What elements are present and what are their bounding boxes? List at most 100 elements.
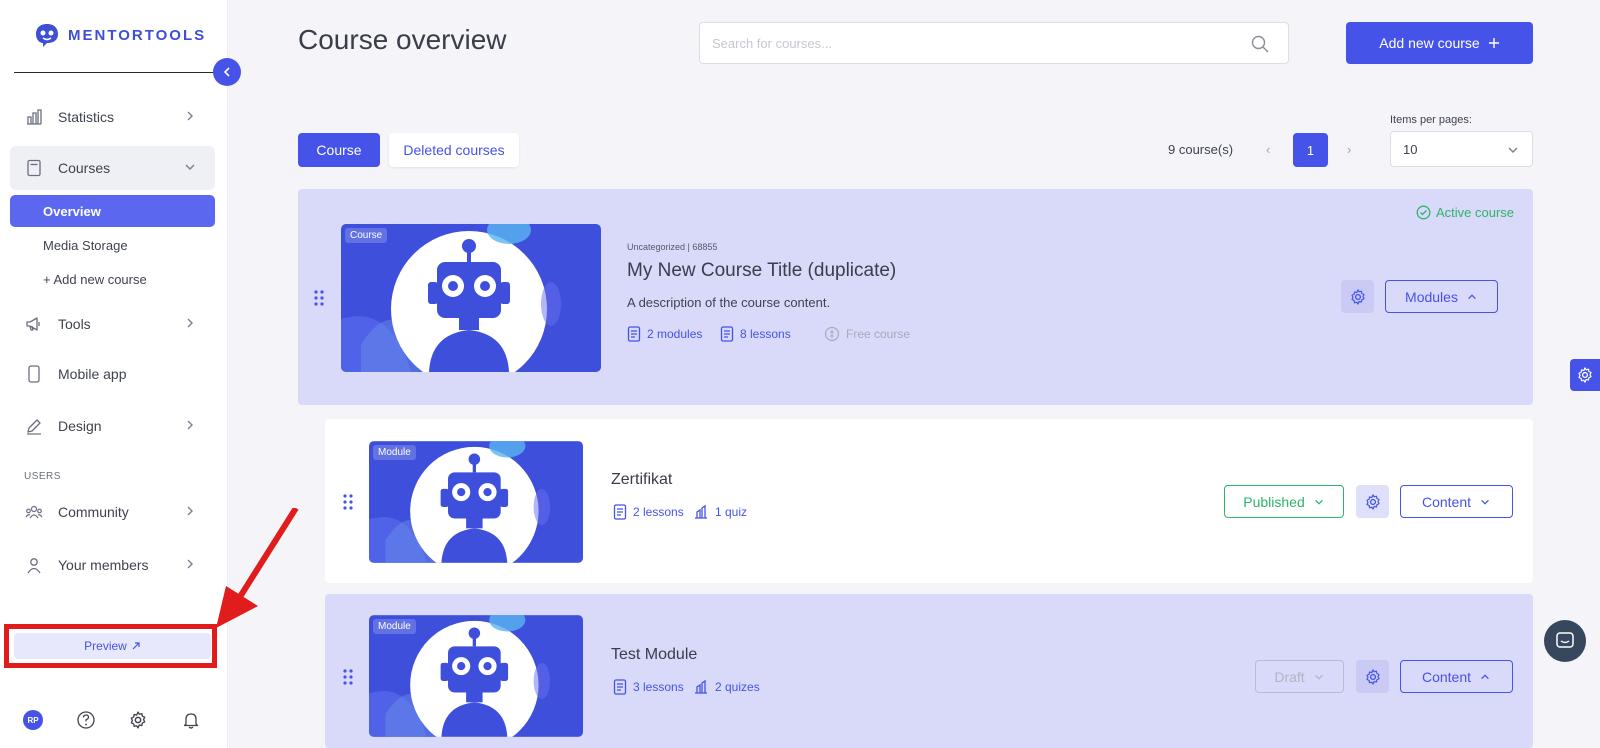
mobile-icon [24, 364, 44, 384]
settings-gear-icon[interactable] [128, 710, 148, 730]
content-button-label: Content [1421, 493, 1472, 510]
chevron-right-icon [183, 109, 197, 123]
course-count: 9 course(s) [1168, 142, 1234, 157]
modules-count-label: 2 modules [647, 327, 703, 341]
community-icon [24, 502, 44, 522]
sidebar-item-community[interactable]: Community [10, 490, 215, 534]
pagination-prev-icon[interactable]: ‹ [1266, 142, 1270, 157]
lessons-count[interactable]: 8 lessons [720, 326, 791, 342]
module-lessons-count[interactable]: 2 lessons [613, 504, 684, 520]
sidebar-item-design[interactable]: Design [10, 404, 215, 448]
thumbnail-tag: Module [373, 619, 416, 634]
content-dropdown-button[interactable]: Content [1400, 660, 1513, 693]
tab-course[interactable]: Course [298, 133, 380, 167]
module-settings-button[interactable] [1356, 485, 1389, 518]
chevron-down-icon [1313, 496, 1325, 508]
search-box [699, 22, 1289, 64]
logo-icon [36, 24, 58, 47]
module-quizzes-label: 1 quiz [715, 505, 748, 519]
course-meta: Uncategorized | 68855 [627, 242, 718, 252]
modules-button-label: Modules [1405, 288, 1458, 305]
sidebar-item-mobile-app[interactable]: Mobile app [10, 352, 215, 396]
sidebar-item-courses[interactable]: Courses [10, 146, 215, 190]
chevron-down-icon [1479, 496, 1491, 508]
thumbnail-tag: Module [373, 445, 416, 460]
items-per-page-label: Items per pages: [1390, 114, 1472, 126]
sidebar-item-label: Community [58, 504, 129, 520]
collapse-sidebar-button[interactable] [213, 58, 241, 86]
book-icon [627, 326, 641, 342]
chat-icon [1556, 632, 1574, 648]
sidebar-item-your-members[interactable]: Your members [10, 543, 215, 587]
module-thumbnail[interactable]: Module [369, 615, 583, 737]
quiz-icon [693, 504, 709, 520]
module-thumbnail[interactable]: Module [369, 441, 583, 563]
course-title[interactable]: My New Course Title (duplicate) [627, 260, 896, 282]
tab-deleted-courses[interactable]: Deleted courses [389, 133, 519, 167]
items-per-page-select[interactable]: 10 [1390, 131, 1533, 167]
section-label-users: USERS [24, 471, 61, 482]
sidebar-item-statistics[interactable]: Statistics [10, 95, 215, 139]
pagination-page-current[interactable]: 1 [1293, 133, 1328, 167]
content-dropdown-button[interactable]: Content [1400, 485, 1513, 518]
drag-handle-icon[interactable] [341, 493, 355, 511]
sidebar-subitem-add-new-course[interactable]: + Add new course [10, 263, 215, 295]
gear-icon [1576, 366, 1594, 384]
module-title[interactable]: Test Module [611, 646, 697, 664]
status-dropdown-label: Draft [1274, 668, 1305, 685]
chat-button[interactable] [1544, 620, 1586, 662]
sidebar-item-label: Mobile app [58, 366, 127, 382]
status-dropdown-label: Published [1243, 493, 1305, 510]
sidebar-subitem-overview[interactable]: Overview [10, 195, 215, 227]
plus-icon [1488, 38, 1499, 48]
sidebar-subitem-media-storage[interactable]: Media Storage [10, 229, 215, 261]
annotation-arrow [216, 508, 299, 628]
status-label: Active course [1436, 205, 1515, 220]
chevron-right-icon [183, 504, 197, 518]
bar-chart-icon [24, 107, 44, 127]
drag-handle-icon[interactable] [341, 668, 355, 686]
add-new-course-button[interactable]: Add new course [1346, 22, 1533, 64]
megaphone-icon [24, 314, 44, 334]
avatar[interactable]: RP [23, 710, 43, 730]
chevron-left-icon [223, 67, 230, 77]
check-circle-icon [1416, 205, 1431, 220]
course-description: A description of the course content. [627, 295, 831, 310]
module-quizzes-label: 2 quizes [715, 680, 760, 694]
chevron-down-icon [183, 160, 197, 174]
chevron-right-icon [183, 316, 197, 330]
pagination-next-icon[interactable]: › [1347, 142, 1351, 157]
robot-image [341, 224, 601, 372]
module-lessons-label: 2 lessons [633, 505, 684, 519]
status-dropdown[interactable]: Draft [1255, 660, 1344, 693]
user-icon [24, 555, 44, 575]
module-lessons-count[interactable]: 3 lessons [613, 679, 684, 695]
search-icon[interactable] [1250, 34, 1270, 54]
search-input[interactable] [700, 23, 1220, 63]
module-quizzes-count[interactable]: 2 quizes [693, 679, 760, 695]
status-badge: Active course [1416, 205, 1514, 220]
module-quizzes-count[interactable]: 1 quiz [693, 504, 747, 520]
gear-icon [1364, 493, 1382, 511]
module-lessons-label: 3 lessons [633, 680, 684, 694]
module-settings-button[interactable] [1356, 660, 1389, 693]
chevron-right-icon [183, 418, 197, 432]
drag-handle-icon[interactable] [312, 289, 326, 307]
sidebar-item-tools[interactable]: Tools [10, 302, 215, 346]
modules-count[interactable]: 2 modules [627, 326, 702, 342]
chevron-right-icon [183, 557, 197, 571]
items-per-page-value: 10 [1403, 141, 1418, 157]
price-label: Free course [846, 327, 911, 341]
module-title[interactable]: Zertifikat [611, 471, 672, 489]
course-settings-button[interactable] [1341, 280, 1374, 313]
modules-toggle-button[interactable]: Modules [1385, 280, 1498, 313]
floating-settings-button[interactable] [1570, 359, 1600, 391]
chevron-down-icon [1506, 143, 1520, 157]
sidebar-item-label: Tools [58, 316, 91, 332]
help-icon[interactable] [76, 710, 96, 730]
bell-icon[interactable] [181, 710, 201, 730]
course-thumbnail[interactable]: Course [341, 224, 601, 372]
status-dropdown[interactable]: Published [1224, 485, 1344, 518]
logo[interactable]: MENTORTOOLS [34, 22, 206, 48]
document-icon [720, 326, 734, 342]
